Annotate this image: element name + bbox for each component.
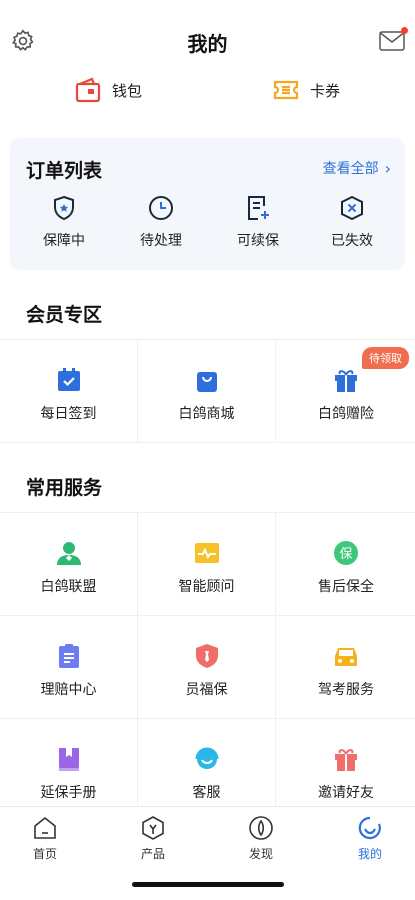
alliance-button[interactable]: 白鸽联盟 [0,513,138,616]
shopping-bag-icon [196,372,217,392]
order-expired-label: 已失效 [331,233,373,249]
customer-service-label: 客服 [192,785,221,801]
wallet-button[interactable]: 钱包 [74,76,142,104]
employee-benefit-button[interactable]: 员福保 [138,616,276,719]
shield-star-icon [54,195,74,221]
tab-discover-label: 发现 [248,847,273,861]
order-active[interactable]: 保障中 [24,194,104,250]
services-section-title: 常用服务 [26,477,103,499]
page-title: 我的 [187,32,228,56]
orders-title: 订单列表 [26,160,103,182]
advisor-label: 智能顾问 [178,579,235,595]
employee-benefit-label: 员福保 [185,682,228,698]
order-active-label: 保障中 [43,233,85,249]
tab-profile[interactable]: 我的 [340,815,400,862]
tab-home[interactable]: 首页 [15,815,75,862]
quick-actions: 钱包 卡券 [0,76,415,110]
unread-dot [401,27,408,34]
coupons-label: 卡券 [310,81,341,100]
gift-icon [335,370,357,392]
tab-discover[interactable]: 发现 [231,815,291,862]
shield-x-icon [341,195,363,221]
profile-icon [358,816,381,840]
order-pending-label: 待处理 [140,233,182,249]
claims-label: 理赔中心 [40,682,97,698]
daily-checkin-button[interactable]: 每日签到 [0,340,138,443]
bao-circle-icon: 保 [334,541,358,565]
services-grid: 白鸽联盟 智能顾问 保 售后保全 理赔中心 员福保 驾考服务 延保手册 客服 邀… [0,512,415,822]
gift-insurance-label: 白鸽赠险 [318,406,374,422]
tab-products-label: 产品 [140,847,165,861]
home-icon [34,816,56,839]
doc-plus-icon [248,196,269,220]
tab-products[interactable]: 产品 [123,815,183,862]
after-sales-label: 售后保全 [318,579,374,595]
shield-tie-icon [195,644,218,668]
chevron-right-icon: › [384,158,391,178]
svg-text:保: 保 [339,547,352,562]
warranty-manual-label: 延保手册 [40,785,97,801]
header: 我的 [0,0,415,82]
daily-checkin-label: 每日签到 [40,406,97,422]
tab-home-label: 首页 [32,847,57,861]
mall-label: 白鸽商城 [178,406,235,422]
view-all-label: 查看全部 [322,161,379,177]
gift-insurance-button[interactable]: 待领取 白鸽赠险 [277,340,415,443]
discover-icon [249,816,273,840]
advisor-button[interactable]: 智能顾问 [138,513,276,616]
invite-friends-label: 邀请好友 [318,785,374,801]
claims-button[interactable]: 理赔中心 [0,616,138,719]
user-group-icon [56,542,81,565]
order-expired[interactable]: 已失效 [312,194,392,250]
orders-card: 订单列表 查看全部 › 保障中 待处理 可续保 已失效 [10,138,405,270]
home-indicator [132,882,284,887]
driving-test-label: 驾考服务 [318,682,374,698]
mall-button[interactable]: 白鸽商城 [138,340,276,443]
wallet-icon [75,77,101,103]
coupon-icon [273,80,299,100]
unclaimed-badge: 待领取 [362,347,409,369]
after-sales-button[interactable]: 保 售后保全 [277,513,415,616]
alliance-label: 白鸽联盟 [40,579,97,595]
pulse-icon [194,543,219,563]
calendar-check-icon [57,368,80,391]
product-icon [142,816,164,840]
wallet-label: 钱包 [112,81,143,100]
car-icon [335,648,357,666]
clock-icon [149,196,173,220]
member-section-title: 会员专区 [26,304,103,326]
tab-profile-label: 我的 [357,847,382,861]
headset-icon [195,747,218,769]
order-renewable[interactable]: 可续保 [218,194,298,250]
driving-test-button[interactable]: 驾考服务 [277,616,415,719]
mail-icon[interactable] [379,30,405,52]
clipboard-icon [58,644,79,668]
member-grid: 每日签到 白鸽商城 待领取 白鸽赠险 [0,339,415,443]
gift-box-icon [335,749,357,771]
book-icon [58,748,79,771]
view-all-link[interactable]: 查看全部 › [323,158,391,178]
order-renewable-label: 可续保 [237,233,279,249]
coupons-button[interactable]: 卡券 [272,76,340,104]
order-pending[interactable]: 待处理 [121,194,201,250]
